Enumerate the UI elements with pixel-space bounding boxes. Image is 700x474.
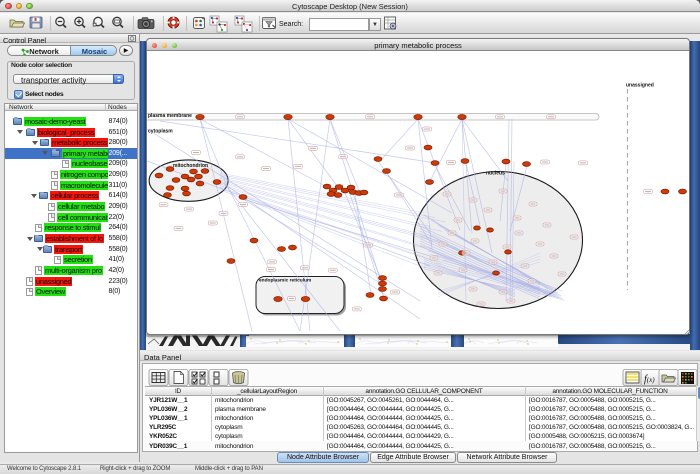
- svg-text:cytoplasm: cytoplasm: [148, 129, 173, 135]
- svg-text:endoplasmic reticulum: endoplasmic reticulum: [259, 278, 311, 284]
- svg-text:mitochondrion: mitochondrion: [173, 163, 208, 169]
- svg-text:nucleus: nucleus: [486, 171, 505, 177]
- svg-text:plasma membrane: plasma membrane: [148, 113, 192, 119]
- svg-text:f(x): f(x): [644, 374, 655, 385]
- svg-text:unassigned: unassigned: [626, 83, 654, 89]
